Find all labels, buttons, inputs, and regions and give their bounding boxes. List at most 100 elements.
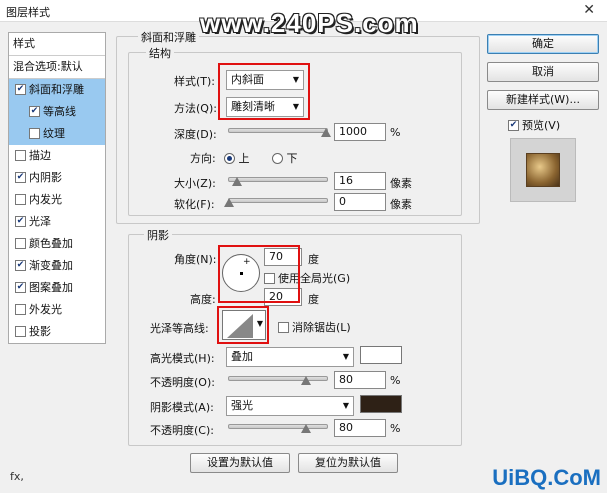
checkbox-icon[interactable] [15, 193, 26, 205]
shadow-opacity-label: 不透明度(C): [150, 424, 214, 437]
checkbox-icon[interactable]: ✔ [29, 105, 40, 117]
direction-up[interactable]: 上 [224, 150, 250, 166]
watermark-text: www.240PS.com [200, 8, 419, 38]
radio-on-icon[interactable] [224, 152, 235, 164]
preview-swatch-image [526, 153, 560, 187]
depth-slider[interactable] [228, 128, 328, 133]
checkbox-icon[interactable]: ✔ [15, 259, 26, 271]
checkbox-icon[interactable]: ✔ [15, 281, 26, 293]
size-slider[interactable] [228, 177, 328, 182]
list-item-texture[interactable]: 纹理 [9, 123, 105, 145]
checkbox-icon[interactable]: ✔ [508, 119, 519, 131]
soften-unit: 像素 [390, 198, 412, 211]
preview-checkbox[interactable]: ✔ 预览(V) [508, 117, 560, 133]
checkbox-icon[interactable] [15, 325, 26, 337]
slider-thumb[interactable] [224, 198, 234, 207]
blend-options-item[interactable]: 混合选项:默认 [9, 56, 105, 78]
checkbox-icon[interactable] [29, 127, 40, 139]
altitude-unit: 度 [308, 293, 319, 306]
close-icon[interactable]: ✕ [583, 2, 595, 18]
highlight-opacity-label: 不透明度(O): [150, 376, 215, 389]
slider-thumb[interactable] [301, 424, 311, 433]
shadow-opacity-unit: % [390, 422, 401, 435]
highlight-box [218, 63, 310, 120]
fx-button[interactable]: fx, [10, 470, 24, 483]
angle-label: 角度(N): [174, 253, 217, 266]
cancel-button[interactable]: 取消 [487, 62, 599, 82]
altitude-label: 高度: [190, 293, 216, 306]
highlight-mode-dropdown[interactable]: 叠加 ▼ [226, 347, 354, 367]
shading-title: 阴影 [144, 227, 172, 243]
radio-off-icon[interactable] [272, 152, 283, 164]
highlight-box [217, 306, 269, 344]
list-item-label: 渐变叠加 [29, 259, 73, 272]
list-item-gradient-overlay[interactable]: ✔ 渐变叠加 [9, 255, 105, 277]
direction-label: 方向: [190, 152, 216, 165]
list-item-label: 内发光 [29, 193, 62, 206]
highlight-mode-value: 叠加 [231, 350, 253, 363]
size-input[interactable]: 16 [334, 172, 386, 190]
antialias-checkbox[interactable]: 消除锯齿(L) [278, 319, 351, 335]
shadow-opacity-slider[interactable] [228, 424, 328, 429]
chevron-down-icon: ▼ [342, 401, 349, 410]
highlight-opacity-input[interactable]: 80 [334, 371, 386, 389]
direction-up-label: 上 [238, 152, 250, 165]
list-item-outer-glow[interactable]: 外发光 [9, 299, 105, 321]
size-label: 大小(Z): [174, 177, 216, 190]
structure-title: 结构 [146, 45, 174, 61]
depth-unit: % [390, 126, 401, 139]
highlight-opacity-slider[interactable] [228, 376, 328, 381]
window-title: 图层样式 [6, 6, 50, 19]
style-list-header[interactable]: 样式 [9, 33, 105, 55]
checkbox-icon[interactable] [278, 321, 289, 333]
direction-down[interactable]: 下 [272, 150, 298, 166]
shadow-color-swatch[interactable] [360, 395, 402, 413]
list-item-pattern-overlay[interactable]: ✔ 图案叠加 [9, 277, 105, 299]
list-item-color-overlay[interactable]: 颜色叠加 [9, 233, 105, 255]
list-item-drop-shadow[interactable]: 投影 [9, 321, 105, 343]
ok-button[interactable]: 确定 [487, 34, 599, 54]
style-label: 样式(T): [174, 75, 216, 88]
shadow-mode-label: 阴影模式(A): [150, 401, 214, 414]
highlight-mode-label: 高光模式(H): [150, 352, 215, 365]
chevron-down-icon: ▼ [342, 352, 349, 361]
list-item-label: 斜面和浮雕 [29, 83, 84, 96]
depth-input[interactable]: 1000 [334, 123, 386, 141]
list-item-label: 光泽 [29, 215, 51, 228]
bevel-group-title: 斜面和浮雕 [138, 29, 199, 45]
gloss-contour-label: 光泽等高线: [150, 322, 209, 335]
highlight-box [218, 245, 300, 303]
soften-slider[interactable] [228, 198, 328, 203]
style-list: 样式 混合选项:默认 ✔ 斜面和浮雕 ✔ 等高线 纹理 描边 ✔ 内阴影 内发光 ✔ 光… [8, 32, 106, 344]
list-item-inner-glow[interactable]: 内发光 [9, 189, 105, 211]
list-item-label: 等高线 [43, 105, 76, 118]
checkbox-icon[interactable] [15, 149, 26, 161]
size-unit: 像素 [390, 177, 412, 190]
soften-input[interactable]: 0 [334, 193, 386, 211]
list-item-contour[interactable]: ✔ 等高线 [9, 101, 105, 123]
slider-thumb[interactable] [321, 128, 331, 137]
checkbox-icon[interactable]: ✔ [15, 215, 26, 227]
highlight-color-swatch[interactable] [360, 346, 402, 364]
reset-default-button[interactable]: 复位为默认值 [298, 453, 398, 473]
list-item-bevel[interactable]: ✔ 斜面和浮雕 [9, 79, 105, 101]
new-style-button[interactable]: 新建样式(W)... [487, 90, 599, 110]
list-item-satin[interactable]: ✔ 光泽 [9, 211, 105, 233]
depth-label: 深度(D): [174, 128, 217, 141]
list-item-stroke[interactable]: 描边 [9, 145, 105, 167]
soften-label: 软化(F): [174, 198, 215, 211]
direction-down-label: 下 [286, 152, 298, 165]
checkbox-icon[interactable] [15, 303, 26, 315]
list-item-label: 外发光 [29, 303, 62, 316]
shadow-mode-dropdown[interactable]: 强光 ▼ [226, 396, 354, 416]
slider-thumb[interactable] [232, 177, 242, 186]
slider-thumb[interactable] [301, 376, 311, 385]
list-item-label: 内阴影 [29, 171, 62, 184]
make-default-button[interactable]: 设置为默认值 [190, 453, 290, 473]
technique-label: 方法(Q): [174, 102, 217, 115]
shadow-opacity-input[interactable]: 80 [334, 419, 386, 437]
checkbox-icon[interactable]: ✔ [15, 171, 26, 183]
list-item-inner-shadow[interactable]: ✔ 内阴影 [9, 167, 105, 189]
checkbox-icon[interactable]: ✔ [15, 83, 26, 95]
checkbox-icon[interactable] [15, 237, 26, 249]
